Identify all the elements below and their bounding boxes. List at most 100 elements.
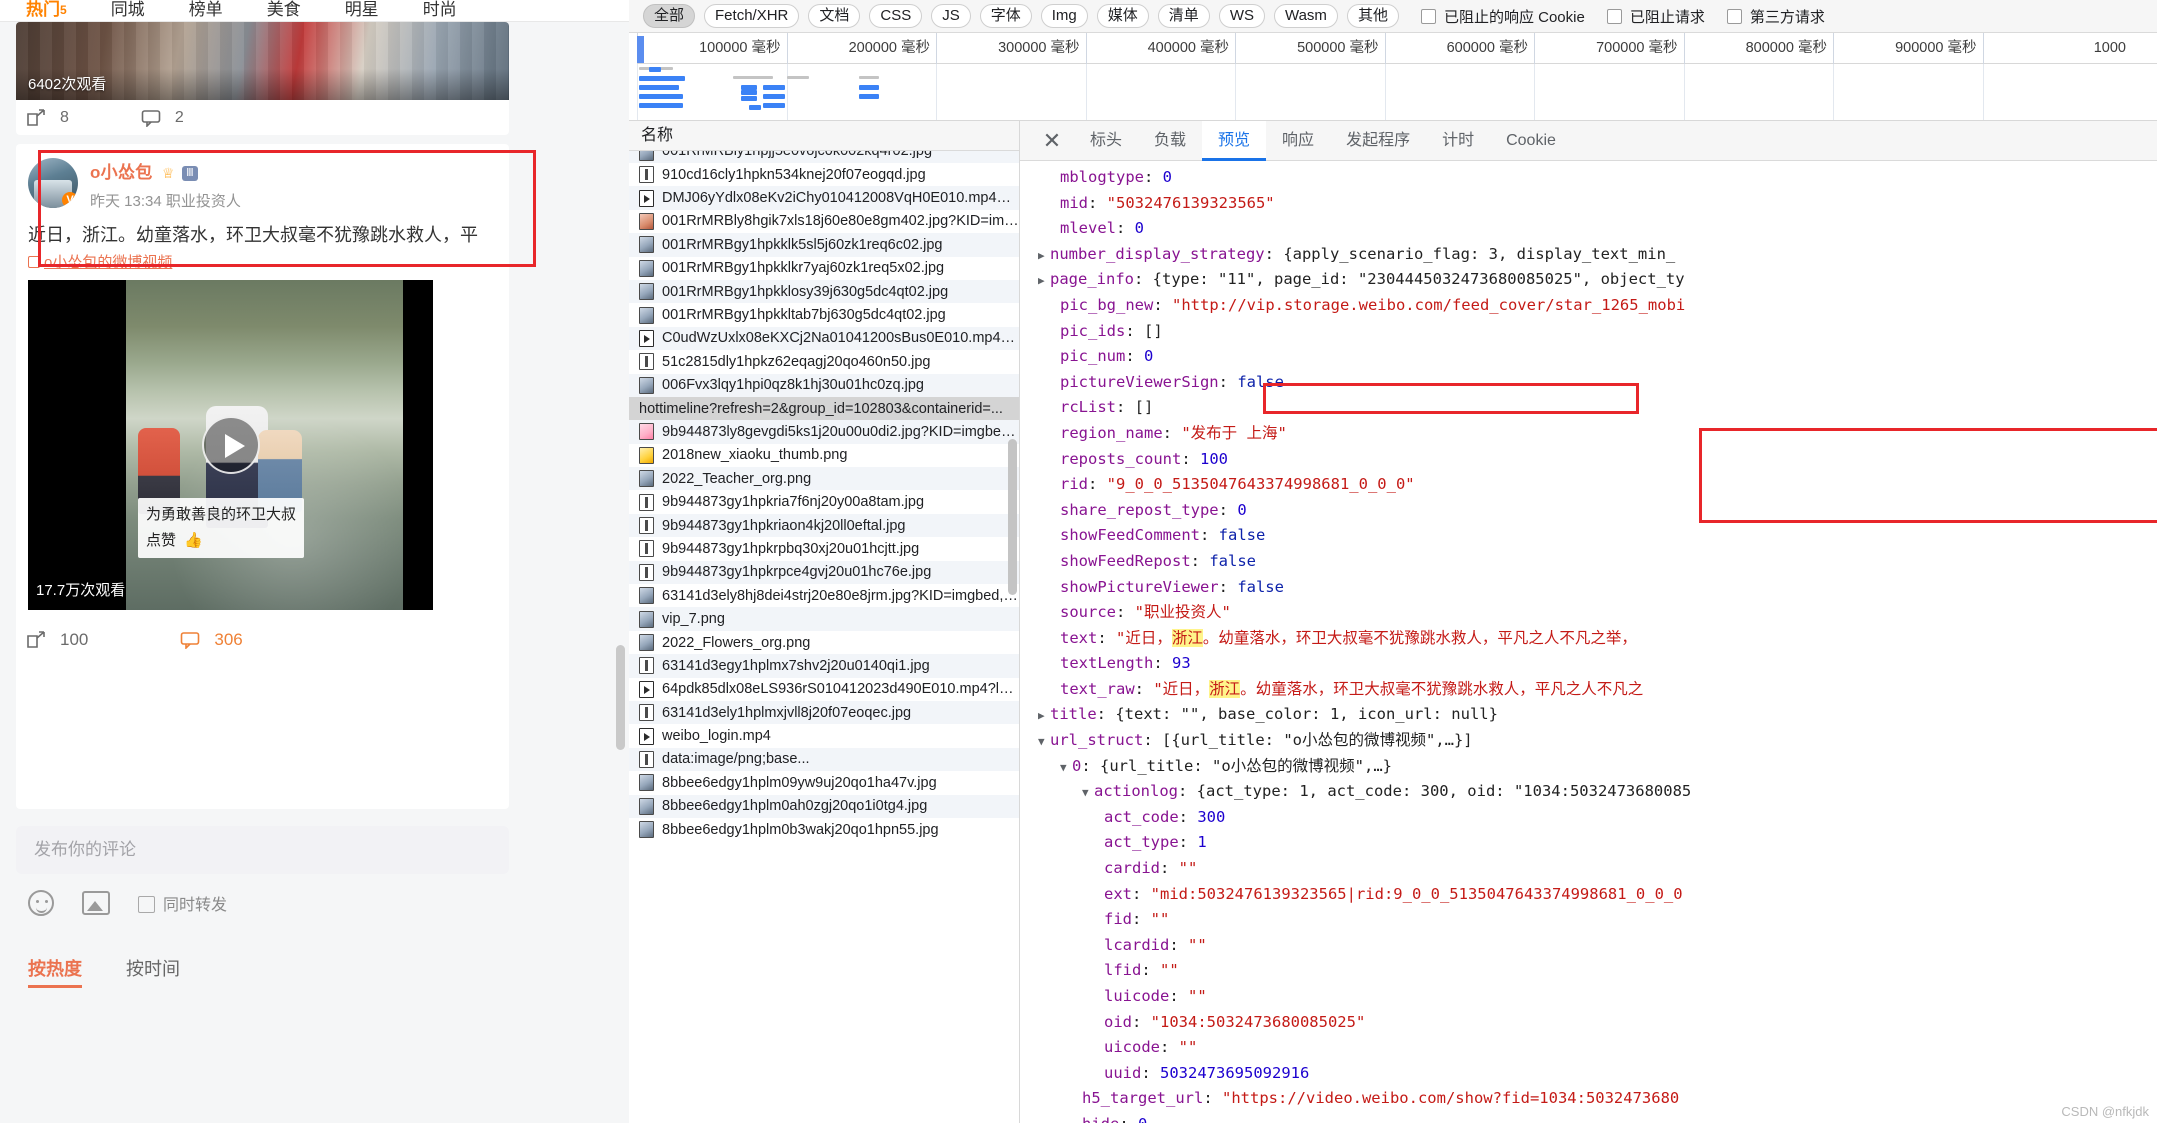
detail-tab-2[interactable]: 预览 <box>1202 120 1267 161</box>
network-request-row[interactable]: 2018new_xiaoku_thumb.png <box>629 444 1019 467</box>
network-request-row[interactable]: 8bbee6edgy1hplm0ah0zgj20qo1i0tg4.jpg <box>629 794 1019 818</box>
network-filter-7[interactable]: 媒体 <box>1096 4 1149 28</box>
comment-sort-hot[interactable]: 按热度 <box>28 955 82 988</box>
network-request-row[interactable]: data:image/png;base... <box>629 747 1019 772</box>
weibo-tab-2[interactable]: 榜单 <box>189 0 223 20</box>
network-filter-4[interactable]: JS <box>931 4 971 28</box>
chevron-down-icon[interactable] <box>1082 779 1094 806</box>
network-request-row[interactable]: 63141d3ely8hj8dei4strj20e80e8jrm.jpg?KID… <box>629 584 1019 607</box>
post-video-player[interactable]: 为勇敢善良的环卫大叔 点赞 👍 17.7万次观看 <box>28 280 433 610</box>
network-request-name: 006Fvx3lqy1hpi0qz8k1hj30u01hc0zq.jpg <box>662 377 924 394</box>
json-preview-viewer[interactable]: mblogtype: 0 mid: "5032476139323565" mleve… <box>1020 161 2157 1123</box>
json-value: false <box>1237 577 1284 596</box>
chevron-right-icon[interactable] <box>1038 702 1050 729</box>
weibo-tab-0[interactable]: 热门5 <box>26 0 67 20</box>
chevron-right-icon[interactable] <box>1038 242 1050 269</box>
network-overview[interactable]: 100000 毫秒 200000 毫秒 300000 毫秒 400000 毫秒 5000… <box>629 33 2157 121</box>
network-list-header[interactable]: 名称 <box>629 121 1019 151</box>
network-request-row[interactable]: 910cd16cly1hpkn534knej20f07eogqd.jpg <box>629 163 1019 186</box>
network-request-row[interactable]: 64pdk85dlx08eLS936rS010412023d490E010.mp… <box>629 678 1019 701</box>
network-list-scrollbar[interactable] <box>1008 439 1017 595</box>
network-filter-3[interactable]: CSS <box>869 4 923 28</box>
chevron-down-icon[interactable] <box>1038 728 1050 755</box>
json-key: textLength <box>1060 654 1154 673</box>
network-request-row[interactable]: 9b944873gy1hpkrpbq30xj20u01hcjtt.jpg <box>629 537 1019 560</box>
timeline-bar <box>787 76 809 79</box>
weibo-tab-4[interactable]: 明星 <box>345 0 379 20</box>
weibo-tab-3[interactable]: 美食 <box>267 0 301 20</box>
avatar[interactable]: V <box>28 158 78 208</box>
json-value: "" <box>1178 859 1198 878</box>
comment-sort-time[interactable]: 按时间 <box>126 955 180 988</box>
image-upload-icon[interactable] <box>82 891 110 915</box>
post-video-link[interactable]: o小怂包的微博视频 <box>16 249 509 280</box>
network-request-row[interactable]: 006Fvx3lqy1hpi0qz8k1hj30u01hc0zq.jpg <box>629 373 1019 397</box>
network-request-row[interactable]: 2022_Teacher_org.png <box>629 467 1019 491</box>
chevron-down-icon[interactable] <box>1060 754 1072 781</box>
network-request-row[interactable]: weibo_login.mp4 <box>629 724 1019 747</box>
network-request-row[interactable]: 63141d3egy1hplmx7shv2j20u0140qi1.jpg <box>629 654 1019 678</box>
network-request-row[interactable]: 9b944873gy1hpkriaon4kj20ll0eftal.jpg <box>629 513 1019 538</box>
network-request-row[interactable]: 001RrMRBly1hpjj5e0vojc0k002kq4r02.jpg <box>629 151 1019 163</box>
timeline-cursor[interactable] <box>637 36 644 63</box>
json-key: text_raw <box>1060 679 1135 698</box>
network-request-name: 64pdk85dlx08eLS936rS010412023d490E010.mp… <box>662 681 1019 698</box>
network-filter-6[interactable]: Img <box>1040 4 1088 28</box>
network-request-row[interactable]: 001RrMRBgy1hpkkltab7bj630g5dc4qt02.jpg <box>629 303 1019 326</box>
network-request-row[interactable]: 001RrMRBgy1hpkklk5sl5j60zk1req6c02.jpg <box>629 233 1019 257</box>
network-request-row[interactable]: 51c2815dly1hpkz62eqagj20qo460n50.jpg <box>629 350 1019 373</box>
network-request-row[interactable]: C0udWzUxlx08eKXCj2Na01041200sBus0E010.mp… <box>629 326 1019 351</box>
video-file-icon <box>639 680 654 698</box>
detail-tab-5[interactable]: 计时 <box>1426 121 1490 161</box>
network-request-row[interactable]: 001RrMRBgy1hpkklosy39j630g5dc4qt02.jpg <box>629 279 1019 304</box>
network-request-row[interactable]: 8bbee6edgy1hplm0b3wakj20qo1hpn55.jpg <box>629 818 1019 841</box>
network-request-name: hottimeline?refresh=2&group_id=102803&co… <box>639 400 1003 417</box>
network-filter-1[interactable]: Fetch/XHR <box>704 4 800 28</box>
network-filter-11[interactable]: 其他 <box>1346 4 1399 28</box>
play-button[interactable] <box>201 416 260 474</box>
network-filter-0[interactable]: 全部 <box>643 4 696 28</box>
repost-stat[interactable]: 8 <box>26 109 69 127</box>
comment-input[interactable]: 发布你的评论 <box>16 826 509 874</box>
network-request-row[interactable]: vip_7.png <box>629 607 1019 631</box>
network-filter-8[interactable]: 清单 <box>1157 4 1210 28</box>
network-request-row[interactable]: DMJ06yYdlx08eKv2iChy010412008VqH0E010.mp… <box>629 186 1019 210</box>
emoji-icon[interactable] <box>28 890 54 916</box>
network-filter-2[interactable]: 文档 <box>808 4 861 28</box>
json-key: rid <box>1060 475 1088 494</box>
network-request-row[interactable]: 2022_Flowers_org.png <box>629 631 1019 654</box>
comment-stat-main[interactable]: 306 <box>180 630 243 650</box>
chevron-right-icon[interactable] <box>1038 267 1050 294</box>
close-icon[interactable]: ✕ <box>1030 121 1074 161</box>
weibo-scrollbar[interactable] <box>616 645 625 750</box>
repost-stat-main[interactable]: 100 <box>26 630 88 650</box>
network-request-row[interactable]: 9b944873gy1hpkria7f6nj20y00a8tam.jpg <box>629 490 1019 513</box>
detail-tab-4[interactable]: 发起程序 <box>1330 121 1426 161</box>
weibo-tab-5[interactable]: 时尚 <box>423 0 457 20</box>
network-request-row[interactable]: 8bbee6edgy1hplm09yw9uj20qo1ha47v.jpg <box>629 771 1019 794</box>
network-request-row[interactable]: {}hottimeline?refresh=2&group_id=102803&… <box>629 396 1019 421</box>
feed-card-top-thumbnail[interactable]: 6402次观看 <box>16 22 509 100</box>
post-author-row[interactable]: V o小怂包 ♕ Ⅲ 昨天 13:34 职业投资人 <box>16 144 509 211</box>
detail-tab-0[interactable]: 标头 <box>1074 121 1138 161</box>
post-author-name[interactable]: o小怂包 <box>90 163 153 182</box>
repost-checkbox[interactable]: 同时转发 <box>138 891 227 915</box>
network-filter-5[interactable]: 字体 <box>979 4 1032 28</box>
comment-stat[interactable]: 2 <box>141 109 184 128</box>
network-checkbox-1[interactable]: 已阻止请求 <box>1606 6 1705 27</box>
network-filter-10[interactable]: Wasm <box>1273 4 1338 28</box>
detail-tab-1[interactable]: 负载 <box>1138 121 1202 161</box>
network-request-row[interactable]: 001RrMRBly8hgik7xls18j60e80e8gm402.jpg?K… <box>629 210 1019 233</box>
network-request-row[interactable]: 9b944873gy1hpkrpce4gvj20u01hc76e.jpg <box>629 560 1019 585</box>
network-filter-9[interactable]: WS <box>1218 4 1265 28</box>
network-request-row[interactable]: 63141d3ely1hplmxjvll8j20f07eoqec.jpg <box>629 700 1019 725</box>
json-value: 。幼童落水，环卫大叔毫不犹豫跳水救人，平凡之人不凡之 <box>1240 679 1644 698</box>
detail-tab-3[interactable]: 响应 <box>1266 121 1330 161</box>
network-checkbox-2[interactable]: 第三方请求 <box>1726 6 1825 27</box>
feed-card-top[interactable]: 6402次观看 8 2 <box>16 22 509 135</box>
weibo-tab-1[interactable]: 同城 <box>111 0 145 20</box>
detail-tab-6[interactable]: Cookie <box>1490 121 1572 161</box>
network-request-row[interactable]: 9b944873ly8gevgdi5ks1j20u00u0di2.jpg?KID… <box>629 420 1019 444</box>
network-checkbox-0[interactable]: 已阻止的响应 Cookie <box>1420 6 1585 27</box>
network-request-row[interactable]: 001RrMRBgy1hpkklkr7yaj60zk1req5x02.jpg <box>629 257 1019 280</box>
